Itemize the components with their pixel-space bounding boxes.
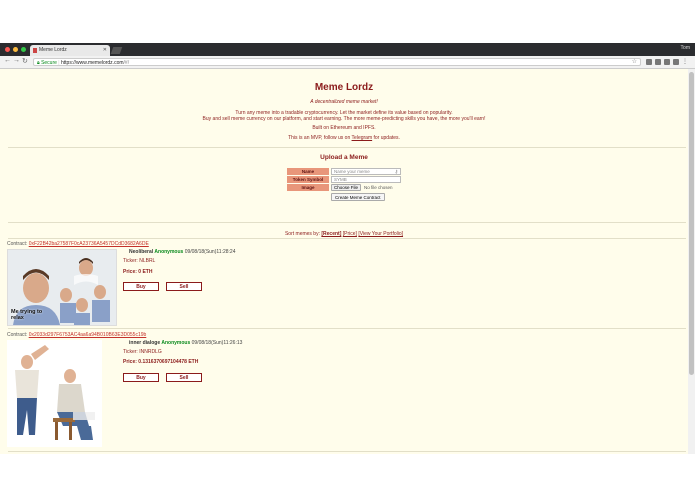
tagline: A decentralized meme market! (310, 99, 378, 105)
meme-image-art (7, 340, 102, 447)
sell-button[interactable]: Sell (166, 282, 202, 291)
contract-address-link[interactable]: 0x2033d297F6753AC4aa6a94B010B63E3D055c19… (29, 332, 147, 338)
meme-timestamp: 09/08/18(Sun)11:28:24 (184, 249, 236, 255)
buy-button[interactable]: Buy (123, 373, 159, 382)
favicon-icon (33, 48, 37, 53)
meme-caption: Me trying to relax (11, 309, 43, 321)
meme-ticker: Ticker: NLBRL (123, 258, 155, 264)
price-label: Price: (123, 269, 137, 275)
mvp-suffix: for updates. (372, 135, 400, 141)
contract-label: Contract: (7, 241, 28, 247)
meme-name: inner dialoge (129, 340, 161, 346)
new-tab-button[interactable] (110, 47, 123, 54)
url-host: https://www.memelordz.com (61, 60, 124, 66)
url-path: /#/ (123, 60, 130, 66)
sort-bar: Sort memes by: [Recent] [Price] [View Yo… (0, 231, 688, 237)
image-file-input[interactable]: Choose File No file chosen (331, 184, 393, 191)
no-file-text: No file chosen (364, 185, 393, 190)
lock-icon: 🔒︎ (37, 60, 40, 66)
profile-name[interactable]: Tom (681, 45, 690, 51)
upload-form: Name Name your meme ⚷ Token Symbol SYMB … (287, 168, 401, 192)
telegram-link[interactable]: Telegram (352, 135, 373, 141)
secure-label: Secure (41, 60, 57, 66)
meme-contract: Contract: 0x2033d297F6753AC4aa6a94B010B6… (7, 332, 146, 338)
divider (8, 451, 686, 452)
extension-icon[interactable] (655, 59, 661, 65)
divider (8, 147, 686, 148)
page-scrollbar[interactable] (688, 69, 695, 454)
meme-image (7, 340, 102, 447)
sort-prefix: Sort memes by: (284, 231, 320, 237)
view-portfolio-link[interactable]: [View Your Portfolio] (358, 231, 403, 237)
mvp-text: This is an MVP, follow us on Telegram fo… (0, 135, 688, 141)
browser-tab[interactable]: Meme Lordz ✕ (30, 45, 110, 56)
name-label: Name (287, 168, 329, 175)
meme-price: Price: 0.1316370697104478 ETH (123, 359, 198, 365)
meme-ticker: Ticker: INNRDLG (123, 349, 162, 355)
intro-text-line2: Buy and sell meme currency on our platfo… (202, 116, 486, 122)
sort-recent-link[interactable]: [Recent] (321, 231, 341, 237)
address-bar[interactable]: 🔒︎ Secure | https://www.memelordz.com/#/… (33, 58, 641, 66)
ticker-value: INNRDLG (139, 349, 162, 355)
back-icon[interactable]: ← (4, 57, 11, 64)
sell-button[interactable]: Sell (166, 373, 202, 382)
meme-contract: Contract: 0xF22B42ba27587F0cA23736A5457D… (7, 241, 149, 247)
close-window-button[interactable] (5, 47, 10, 52)
page-content: Meme Lordz A decentralized meme market! … (0, 69, 688, 454)
meme-name: Neoliberal (129, 249, 154, 255)
minimize-window-button[interactable] (13, 47, 18, 52)
maximize-window-button[interactable] (21, 47, 26, 52)
page-title: Meme Lordz (314, 82, 374, 93)
token-symbol-input[interactable]: SYMB (331, 176, 401, 183)
price-label: Price: (123, 359, 137, 365)
built-on-text: Built on Ethereum and IPFS. (312, 125, 376, 131)
image-label: Image (287, 184, 329, 191)
menu-icon[interactable]: ⋮ (682, 59, 688, 65)
contract-address-link[interactable]: 0xF22B42ba27587F0cA23736A5457DCdD3682A6D… (29, 241, 149, 247)
meme-timestamp: 09/08/18(Sun)11:26:13 (191, 340, 243, 346)
sort-price-link[interactable]: [Price] (343, 231, 357, 237)
mvp-prefix: This is an MVP, follow us on (288, 135, 352, 141)
meme-author: Anonymous (161, 340, 191, 346)
browser-toolbar: ← → ↻ 🔒︎ Secure | https://www.memelordz.… (0, 56, 695, 69)
divider (8, 238, 686, 239)
meme-title: Neoliberal Anonymous 09/08/18(Sun)11:28:… (129, 249, 235, 255)
token-symbol-label: Token Symbol (287, 176, 329, 183)
meme-author: Anonymous (154, 249, 184, 255)
meme-image: Me trying to relax (7, 249, 117, 326)
extension-icon[interactable] (673, 59, 679, 65)
choose-file-button[interactable]: Choose File (331, 184, 362, 191)
close-tab-icon[interactable]: ✕ (103, 45, 107, 56)
upload-title: Upload a Meme (320, 154, 368, 161)
key-icon: ⚷ (394, 169, 398, 174)
reload-icon[interactable]: ↻ (22, 57, 28, 65)
divider (8, 222, 686, 223)
price-value: 0.1316370697104478 ETH (138, 359, 199, 365)
meme-price: Price: 0 ETH (123, 269, 152, 275)
buy-button[interactable]: Buy (123, 282, 159, 291)
forward-icon[interactable]: → (13, 57, 20, 64)
ticker-value: NLBRL (139, 258, 156, 264)
tab-title: Meme Lordz (39, 47, 67, 53)
window-controls[interactable] (5, 47, 26, 52)
browser-tab-bar: Meme Lordz ✕ Tom (0, 43, 695, 56)
meme-title: inner dialoge Anonymous 09/08/18(Sun)11:… (129, 340, 242, 346)
contract-label: Contract: (7, 332, 28, 338)
extension-icon[interactable] (664, 59, 670, 65)
meme-name-placeholder: Name your meme (334, 169, 370, 174)
bookmark-star-icon[interactable]: ☆ (632, 58, 637, 66)
meme-name-input[interactable]: Name your meme ⚷ (331, 168, 401, 175)
ticker-label: Ticker: (123, 258, 138, 264)
ticker-label: Ticker: (123, 349, 138, 355)
scrollbar-thumb[interactable] (689, 72, 694, 375)
create-meme-contract-button[interactable]: Create Meme Contract (331, 193, 385, 201)
token-symbol-placeholder: SYMB (334, 177, 347, 182)
extension-icon[interactable] (646, 59, 652, 65)
price-value: 0 ETH (138, 269, 153, 275)
extension-icons: ⋮ (646, 59, 688, 65)
divider (8, 328, 686, 329)
